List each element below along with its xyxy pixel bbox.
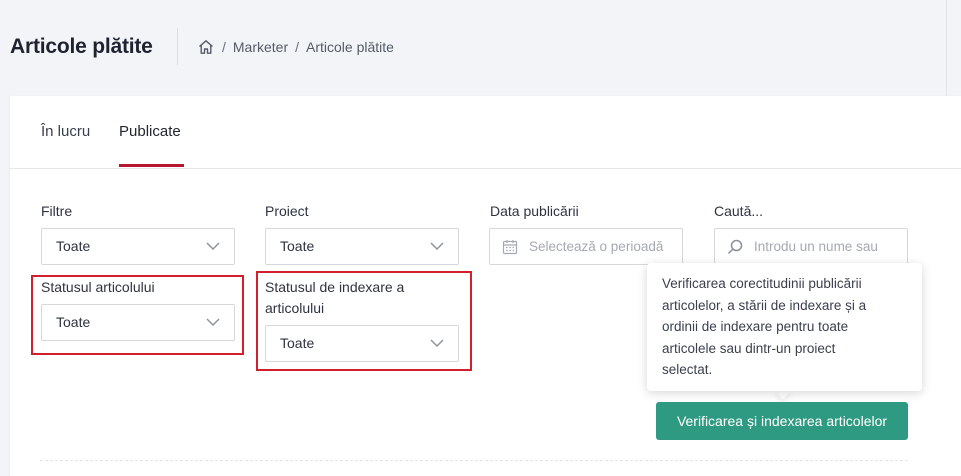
statusul-indexare-label-line2: articolului xyxy=(265,300,325,316)
search-placeholder: Introdu un nume sau xyxy=(754,239,878,254)
proiect-label: Proiect xyxy=(265,203,309,219)
tabs: În lucru Publicate xyxy=(10,96,961,169)
chevron-down-icon xyxy=(430,339,444,347)
statusul-articolului-label: Statusul articolului xyxy=(41,279,155,295)
tab-in-lucru[interactable]: În lucru xyxy=(41,123,90,140)
header-divider xyxy=(177,28,178,65)
chevron-down-icon xyxy=(206,242,220,250)
date-range-placeholder: Selectează o perioadă xyxy=(529,239,664,254)
statusul-indexare-label: Statusul de indexare a articolului xyxy=(265,277,404,319)
statusul-articolului-select[interactable]: Toate xyxy=(41,304,235,341)
data-publicarii-label: Data publicării xyxy=(490,203,579,219)
page-title: Articole plătite xyxy=(10,35,153,58)
tooltip-line: Verificarea corectitudinii publicării xyxy=(662,276,862,291)
cauta-label: Caută... xyxy=(714,203,764,219)
section-divider xyxy=(40,460,908,461)
statusul-articolului-value: Toate xyxy=(56,314,91,330)
breadcrumb-item-current: Articole plătite xyxy=(306,39,394,55)
proiect-value: Toate xyxy=(280,238,315,254)
filtre-value: Toate xyxy=(56,238,91,254)
breadcrumb: / Marketer / Articole plătite xyxy=(197,38,394,56)
breadcrumb-separator: / xyxy=(222,39,226,55)
home-icon[interactable] xyxy=(197,38,215,56)
statusul-indexare-value: Toate xyxy=(280,335,315,351)
tab-publicate[interactable]: Publicate xyxy=(119,123,181,140)
scroll-edge xyxy=(946,0,947,96)
verify-index-button[interactable]: Verificarea și indexarea articolelor xyxy=(656,402,908,440)
chevron-down-icon xyxy=(430,242,444,250)
verify-tooltip: Verificarea corectitudinii publicării ar… xyxy=(647,263,922,391)
breadcrumb-item-marketer[interactable]: Marketer xyxy=(233,39,288,55)
active-tab-indicator xyxy=(119,164,184,167)
filtre-label: Filtre xyxy=(41,203,73,219)
tooltip-line: articolelor, a stării de indexare și a xyxy=(662,297,867,313)
search-icon xyxy=(727,239,743,255)
search-input[interactable]: Introdu un nume sau xyxy=(714,228,908,265)
calendar-icon xyxy=(502,240,518,255)
chevron-down-icon xyxy=(206,318,220,326)
proiect-select[interactable]: Toate xyxy=(265,228,459,265)
tooltip-line: ordinii de indexare pentru toate xyxy=(662,319,849,334)
statusul-indexare-label-line1: Statusul de indexare a xyxy=(265,279,405,295)
filtre-select[interactable]: Toate xyxy=(41,228,235,265)
statusul-indexare-select[interactable]: Toate xyxy=(265,325,459,362)
breadcrumb-separator: / xyxy=(295,39,300,55)
page-header: Articole plătite / Marketer / Articole p… xyxy=(0,0,961,96)
tooltip-line: articolele sau dintr-un proiect xyxy=(662,340,836,356)
date-range-input[interactable]: Selectează o perioadă xyxy=(489,228,683,265)
tooltip-line: selectat. xyxy=(662,362,713,377)
